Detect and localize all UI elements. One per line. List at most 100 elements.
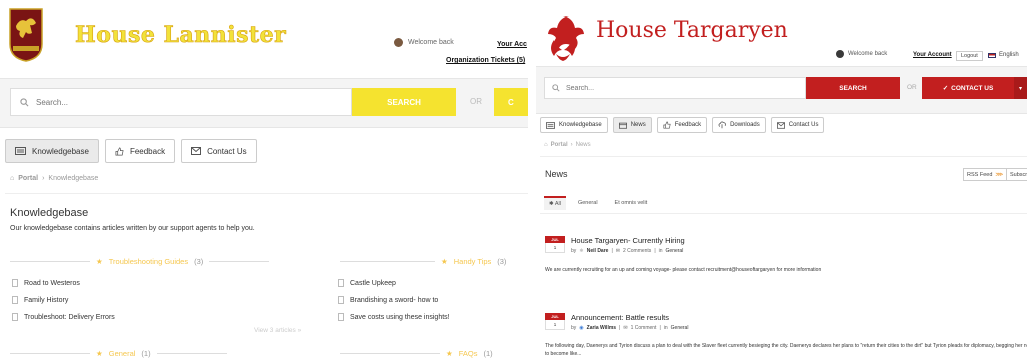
breadcrumb-portal[interactable]: Portal [551, 142, 568, 148]
chevron-down-icon[interactable]: ▾ [1014, 77, 1027, 99]
divider [5, 193, 528, 194]
your-account-link[interactable]: Your Account [913, 52, 952, 58]
search-box[interactable] [10, 88, 352, 116]
article-title: Road to Westeros [24, 279, 80, 287]
group-title[interactable]: Handy Tips [454, 257, 492, 266]
document-icon [338, 279, 344, 287]
tab-label: Knowledgebase [32, 146, 89, 156]
filter-et-omnis-velit[interactable]: Et omnis velit [610, 197, 653, 209]
post-author[interactable]: Zaria Willms [587, 325, 616, 331]
page-description: Our knowledgebase contains articles writ… [10, 225, 255, 232]
home-icon: ⌂ [544, 142, 548, 148]
group-header-troubleshooting: ★ Troubleshooting Guides (3) [10, 257, 270, 266]
tab-downloads[interactable]: Downloads [712, 117, 766, 133]
nav-tabs: Knowledgebase Feedback Contact Us [5, 139, 257, 163]
tab-news[interactable]: News [612, 117, 652, 133]
post-comments[interactable]: 2 Comments [623, 248, 651, 254]
knowledgebase-icon [15, 147, 26, 155]
view-more-link[interactable]: View 3 articles » [254, 327, 301, 334]
group-title[interactable]: General [109, 349, 136, 358]
welcome-text: Welcome back [848, 51, 888, 57]
group-title[interactable]: FAQs [459, 349, 478, 358]
article-link[interactable]: Family History [12, 296, 68, 304]
lannister-crest-logo[interactable] [9, 8, 43, 62]
article-link[interactable]: Brandishing a sword- how to [338, 296, 438, 304]
post-category[interactable]: General [671, 325, 689, 331]
search-input[interactable] [566, 84, 786, 92]
envelope-icon [776, 121, 785, 129]
targaryen-portal: House Targaryen Welcome back Your Accoun… [536, 0, 1027, 362]
rss-feed-label: RSS Feed [967, 171, 993, 178]
search-button[interactable]: SEARCH [806, 77, 900, 99]
tab-knowledgebase[interactable]: Knowledgebase [5, 139, 99, 163]
logout-button[interactable]: Logout [956, 51, 983, 61]
chevron-right-icon: › [570, 142, 573, 148]
filter-all[interactable]: ✱ All [544, 196, 566, 210]
comment-icon: ✉ [623, 325, 628, 331]
divider [156, 353, 227, 354]
divider [10, 261, 90, 262]
post-title-link[interactable]: House Targaryen- Currently Hiring [571, 236, 685, 245]
user-avatar[interactable] [394, 38, 403, 47]
post-date: JUL 1 [545, 313, 565, 330]
divider [209, 261, 270, 262]
post-month: JUL [545, 313, 565, 320]
divider [340, 261, 435, 262]
article-link[interactable]: Save costs using these insights! [338, 313, 450, 321]
star-icon: ★ [446, 349, 453, 358]
tab-label: News [630, 122, 646, 128]
article-link[interactable]: Castle Upkeep [338, 279, 396, 287]
divider [10, 353, 90, 354]
article-title: Castle Upkeep [350, 279, 396, 287]
tab-feedback[interactable]: Feedback [104, 139, 176, 163]
search-icon [20, 97, 29, 106]
contact-us-button[interactable]: ✓ CONTACT US [922, 77, 1014, 99]
language-selector[interactable]: English [988, 52, 1019, 58]
tab-label: Contact Us [207, 146, 247, 156]
author-avatar-icon: ◉ [579, 325, 584, 331]
tab-knowledgebase[interactable]: Knowledgebase [540, 117, 608, 133]
organization-tickets-link[interactable]: Organization Tickets (5) [446, 57, 525, 64]
subscribe-button[interactable]: Subscri [1006, 168, 1027, 181]
user-avatar[interactable] [836, 50, 844, 58]
search-input[interactable] [36, 97, 336, 107]
panel-divider [528, 0, 536, 362]
group-title[interactable]: Troubleshooting Guides [109, 257, 188, 266]
page-title: News [545, 169, 568, 179]
article-title: Troubleshoot: Delivery Errors [24, 313, 115, 321]
article-link[interactable]: Troubleshoot: Delivery Errors [12, 313, 115, 321]
page-title: Knowledgebase [10, 207, 89, 219]
targaryen-dragon-logo[interactable] [540, 10, 586, 62]
post-title-link[interactable]: Announcement: Battle results [571, 313, 669, 322]
thumbs-up-icon [663, 121, 671, 129]
breadcrumb-portal[interactable]: Portal [18, 175, 38, 182]
tab-contact-us[interactable]: Contact Us [181, 139, 257, 163]
tab-label: Downloads [730, 122, 760, 128]
thumbs-up-icon [115, 147, 124, 155]
filter-general[interactable]: General [573, 197, 603, 209]
breadcrumb: ⌂ Portal › News [544, 142, 591, 148]
header: House Lannister Welcome back Your Acc Or… [0, 0, 528, 75]
filter-label: All [554, 201, 561, 207]
post-comments[interactable]: 1 Comment [631, 325, 657, 331]
category-filters: ✱ All General Et omnis velit [544, 196, 652, 210]
post-body: The following day, Daenerys and Tyrion d… [545, 343, 1027, 357]
rss-feed-button[interactable]: RSS Feed ⋙ [963, 168, 1008, 181]
article-link[interactable]: Road to Westeros [12, 279, 80, 287]
language-label: English [999, 52, 1019, 58]
breadcrumb: ⌂ Portal › Knowledgebase [10, 175, 98, 182]
tab-contact-us[interactable]: Contact Us [770, 117, 825, 133]
document-icon [338, 313, 344, 321]
home-icon: ⌂ [10, 175, 15, 182]
post-category[interactable]: General [666, 248, 684, 254]
your-account-link[interactable]: Your Acc [497, 41, 527, 48]
search-box[interactable] [544, 77, 806, 99]
welcome-message: Welcome back [394, 38, 454, 47]
contact-button[interactable]: C [494, 88, 528, 116]
brand-title: House Lannister [75, 22, 287, 49]
post-author[interactable]: Neil Dare [587, 248, 609, 254]
search-button[interactable]: SEARCH [352, 88, 456, 116]
tab-feedback[interactable]: Feedback [656, 117, 708, 133]
star-icon: ★ [441, 257, 448, 266]
document-icon [12, 279, 18, 287]
